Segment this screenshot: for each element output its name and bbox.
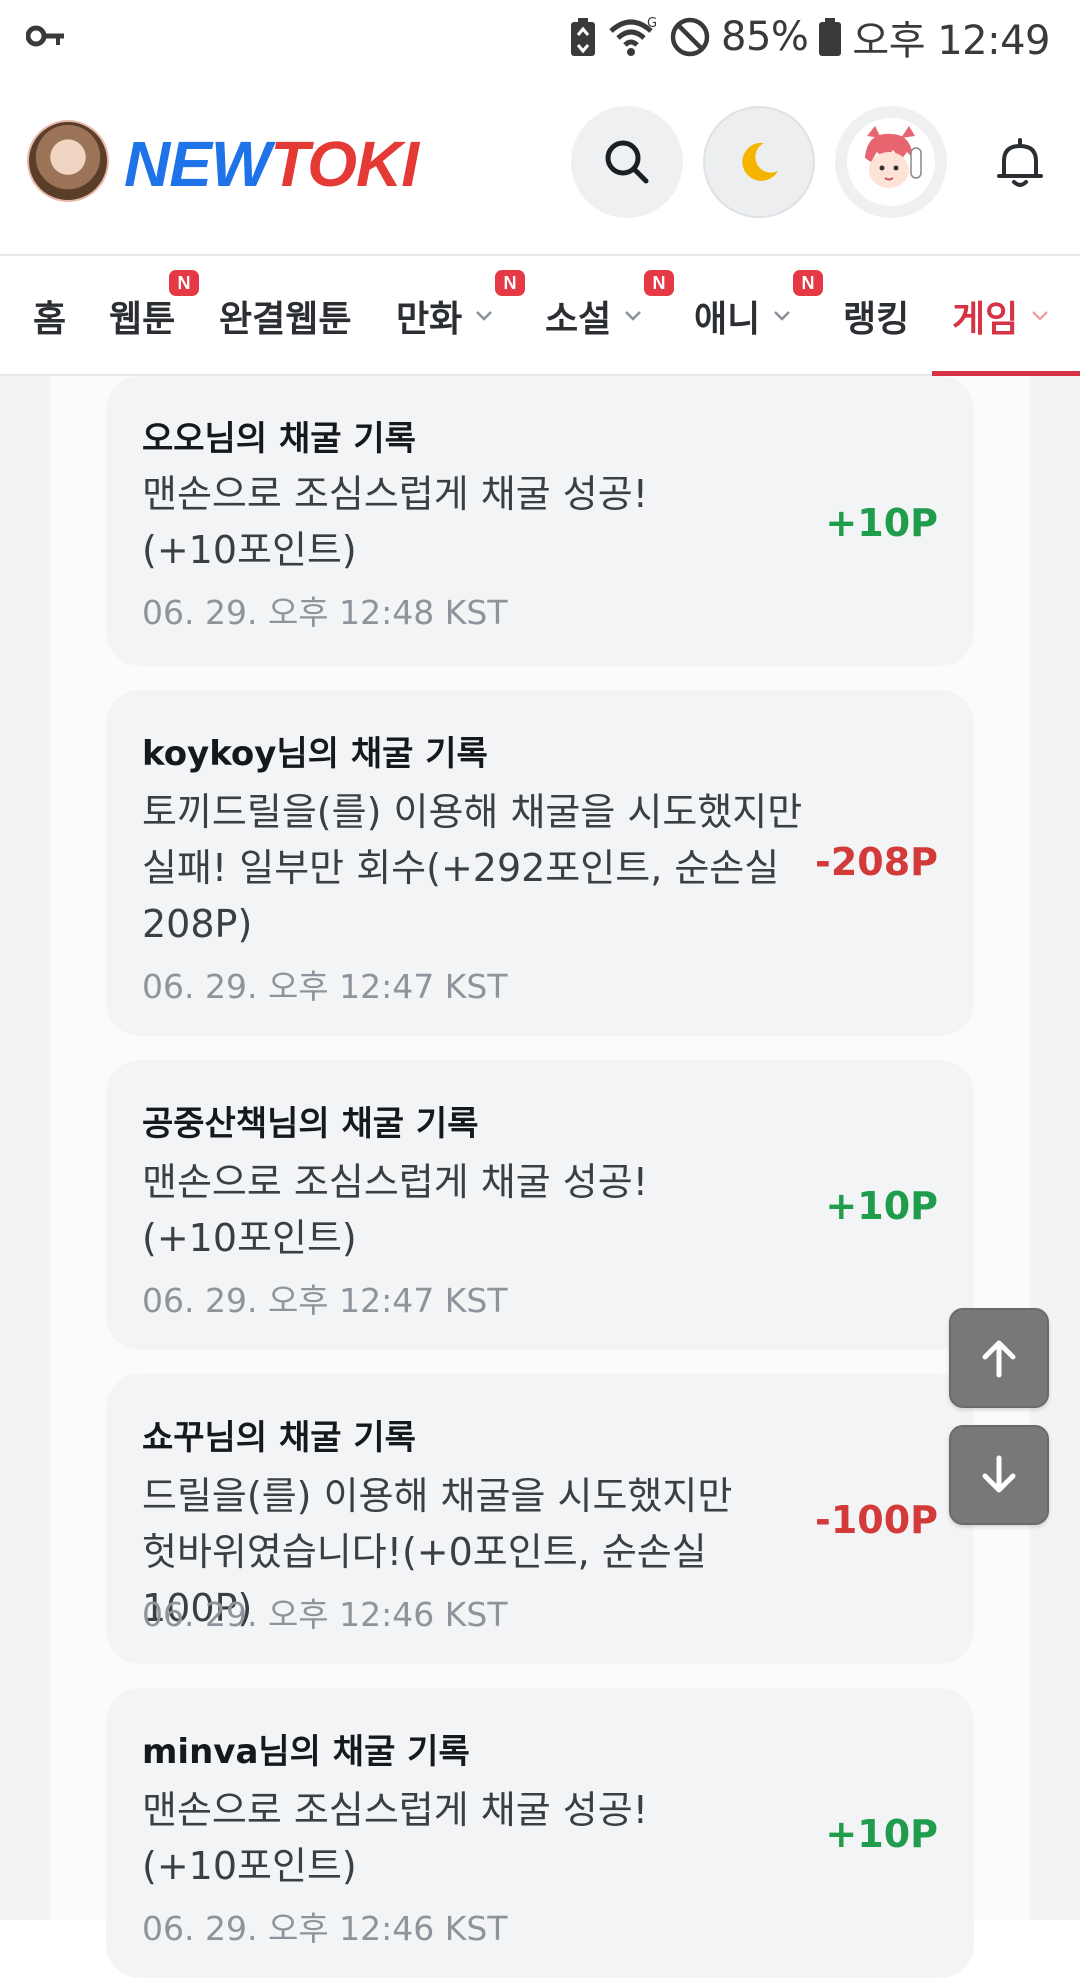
record-title: 쇼꾸님의 채굴 기록: [142, 1418, 416, 1458]
site-header: NEWTOKI: [0, 72, 1080, 254]
nav-label: 홈: [33, 299, 67, 340]
chevron-down-icon: [774, 311, 791, 321]
moon-icon: [742, 142, 778, 181]
scroll-bottom-button[interactable]: [949, 1425, 1049, 1525]
key-icon: [26, 25, 64, 47]
new-badge: N: [644, 270, 674, 296]
chevron-down-icon: [1032, 311, 1049, 321]
logo-new: NEW: [124, 128, 271, 200]
arrow-up-icon: [982, 1340, 1016, 1378]
chevron-down-icon: [476, 311, 493, 321]
record-message: 맨손으로 조심스럽게 채굴 성공!(+10포인트): [142, 1160, 648, 1260]
new-badge: N: [495, 270, 525, 296]
nav-item-manga[interactable]: 만화: [396, 256, 494, 376]
nav-item-game[interactable]: 게임: [952, 256, 1050, 376]
record-message: 맨손으로 조심스럽게 채굴 성공!(+10포인트): [142, 472, 648, 572]
record-title: 공중산책님의 채굴 기록: [142, 1104, 479, 1144]
record-message: 토끼드릴을(를) 이용해 채굴을 시도했지만 실패! 일부만 회수(+292포인…: [142, 790, 803, 946]
profile-avatar: [847, 118, 935, 206]
nav-label: 만화: [396, 299, 463, 340]
logo-toki: TOKI: [270, 128, 419, 200]
nav-label: 소설: [545, 299, 612, 340]
nav-label: 랭킹: [843, 299, 910, 340]
bell-icon[interactable]: [990, 134, 1050, 194]
clock: 오후 12:49: [852, 18, 1050, 64]
scroll-top-button[interactable]: [949, 1308, 1049, 1408]
mining-record-card: koykoy님의 채굴 기록 토끼드릴을(를) 이용해 채굴을 시도했지만 실패…: [106, 690, 974, 1036]
battery-saver-icon: [571, 18, 595, 56]
nav-label: 웹툰: [109, 299, 176, 340]
record-points: -208P: [815, 840, 938, 884]
search-icon: [605, 140, 649, 184]
record-time: 06. 29. 오후 12:46 KST: [142, 1595, 508, 1634]
nav-item-completed-webtoon[interactable]: 완결웹툰: [219, 256, 351, 376]
nav-item-anime[interactable]: 애니: [694, 256, 792, 376]
search-button[interactable]: [571, 106, 683, 218]
record-points: +10P: [825, 1812, 938, 1856]
dark-mode-toggle[interactable]: [703, 106, 815, 218]
mining-record-card: 쇼꾸님의 채굴 기록 드릴을(를) 이용해 채굴을 시도했지만 헛바위였습니다!…: [106, 1374, 974, 1664]
record-time: 06. 29. 오후 12:48 KST: [142, 593, 508, 632]
site-logo[interactable]: NEWTOKI: [124, 124, 419, 204]
nav-item-webtoon[interactable]: 웹툰: [109, 256, 175, 376]
nav-item-ranking[interactable]: 랭킹: [843, 256, 909, 376]
nav-item-novel[interactable]: 소설: [545, 256, 643, 376]
record-time: 06. 29. 오후 12:47 KST: [142, 1281, 508, 1320]
record-points: +10P: [825, 1184, 938, 1228]
mining-record-card: 오오님의 채굴 기록 맨손으로 조심스럽게 채굴 성공!(+10포인트) 06.…: [106, 376, 974, 666]
record-title: koykoy님의 채굴 기록: [142, 734, 488, 774]
record-points: +10P: [825, 501, 938, 545]
svg-text:G: G: [647, 16, 657, 31]
record-time: 06. 29. 오후 12:46 KST: [142, 1909, 508, 1948]
mining-record-card: minva님의 채굴 기록 맨손으로 조심스럽게 채굴 성공!(+10포인트) …: [106, 1688, 974, 1978]
record-time: 06. 29. 오후 12:47 KST: [142, 967, 508, 1006]
record-title: 오오님의 채굴 기록: [142, 419, 416, 459]
logo-avatar[interactable]: [27, 120, 109, 202]
category-nav: 홈 웹툰 N 완결웹툰 만화 N 소설 N 애니 N 랭킹 게임: [0, 254, 1080, 376]
new-badge: N: [169, 270, 199, 296]
do-not-disturb-icon: [670, 17, 710, 57]
arrow-down-icon: [982, 1455, 1016, 1493]
battery-percent: 85%: [721, 14, 809, 60]
status-bar: G 85% 오후 12:49: [0, 0, 1080, 72]
mining-record-card: 공중산책님의 채굴 기록 맨손으로 조심스럽게 채굴 성공!(+10포인트) 0…: [106, 1060, 974, 1350]
new-badge: N: [793, 270, 823, 296]
battery-icon: [819, 18, 842, 56]
nav-label: 애니: [694, 299, 761, 340]
record-message: 맨손으로 조심스럽게 채굴 성공!(+10포인트): [142, 1788, 648, 1888]
profile-button[interactable]: [835, 106, 947, 218]
nav-label: 완결웹툰: [219, 299, 352, 340]
record-title: minva님의 채굴 기록: [142, 1732, 470, 1772]
chevron-down-icon: [625, 311, 642, 321]
wifi-icon: G: [609, 16, 657, 56]
record-points: -100P: [815, 1498, 938, 1542]
nav-label: 게임: [952, 299, 1019, 340]
nav-item-home[interactable]: 홈: [33, 256, 66, 376]
